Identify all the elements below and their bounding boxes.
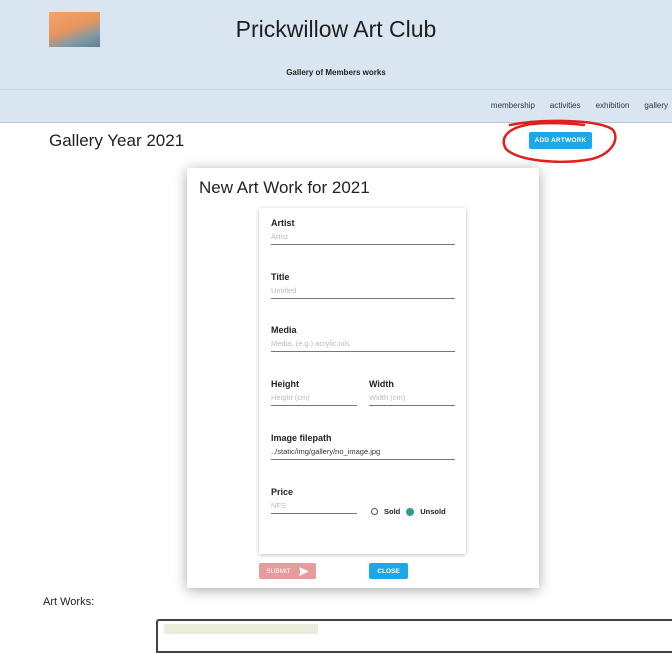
image-filepath-input[interactable]: ../static/img/gallery/no_image.jpg [271, 445, 455, 460]
image-filepath-label: Image filepath [271, 433, 332, 443]
submit-button-label: SUBMIT [266, 567, 291, 575]
nav-divider [0, 89, 672, 90]
main-nav: membership activities exhibition gallery [491, 101, 668, 110]
width-input[interactable]: Width (cm) [369, 391, 455, 406]
unsold-radio-label: Unsold [420, 507, 446, 516]
height-input[interactable]: Height (cm) [271, 391, 357, 406]
new-artwork-dialog: New Art Work for 2021 Artist Artist Titl… [187, 168, 539, 588]
title-label: Title [271, 272, 290, 282]
artist-input[interactable]: Artist [271, 230, 455, 245]
close-button[interactable]: CLOSE [369, 563, 408, 579]
title-input[interactable]: Untitled [271, 284, 455, 299]
media-input[interactable]: Media, (e.g.) acrylic,oils [271, 337, 455, 352]
site-header: Prickwillow Art Club Gallery of Members … [0, 0, 672, 123]
submit-button[interactable]: SUBMIT [259, 563, 316, 579]
dialog-title: New Art Work for 2021 [199, 178, 370, 197]
sold-radio-label: Sold [384, 507, 401, 516]
send-icon [298, 566, 309, 576]
site-subtitle: Gallery of Members works [286, 68, 386, 77]
unsold-radio[interactable] [406, 507, 415, 516]
nav-item-activities[interactable]: activities [550, 101, 581, 110]
width-label: Width [369, 379, 394, 389]
height-label: Height [271, 379, 299, 389]
price-label: Price [271, 487, 294, 497]
sold-radio[interactable] [371, 508, 378, 515]
price-input[interactable]: NFS [271, 499, 357, 514]
sold-status-radio-group: Sold Unsold [371, 507, 446, 516]
nav-item-gallery[interactable]: gallery [644, 101, 668, 110]
artwork-thumbnail[interactable] [164, 624, 318, 634]
media-label: Media [271, 325, 297, 335]
artist-label: Artist [271, 218, 295, 228]
nav-item-membership[interactable]: membership [491, 101, 535, 110]
annotation-circle [502, 119, 617, 163]
artwork-form: Artist Artist Title Untitled Media Media… [259, 208, 466, 554]
artworks-label: Art Works: [43, 596, 95, 608]
gallery-title: Gallery Year 2021 [49, 131, 185, 150]
site-title: Prickwillow Art Club [235, 16, 437, 42]
nav-item-exhibition[interactable]: exhibition [596, 101, 630, 110]
